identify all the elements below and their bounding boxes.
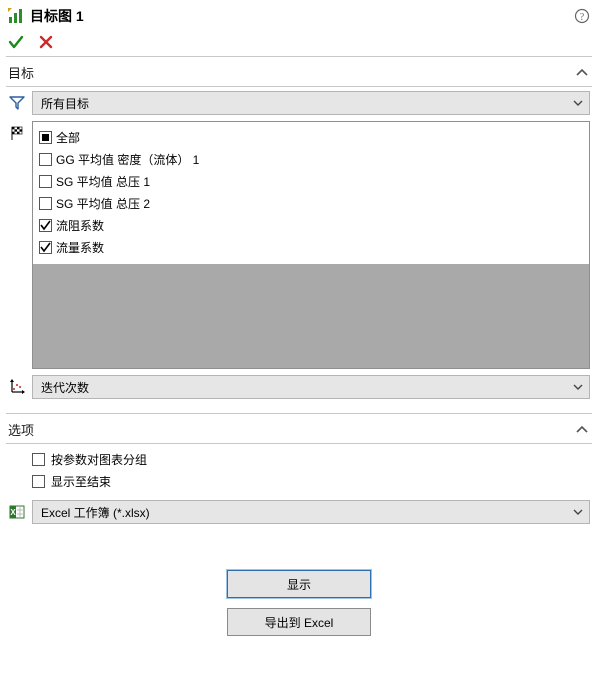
show-button-label: 显示	[287, 576, 311, 593]
export-format-value: Excel 工作簿 (*.xlsx)	[41, 504, 571, 521]
show-to-end-label: 显示至结束	[51, 473, 111, 490]
goal-item[interactable]: SG 平均值 总压 2	[37, 192, 585, 214]
checkbox-icon	[39, 131, 52, 144]
goal-item[interactable]: 流量系数	[37, 236, 585, 258]
excel-icon: X	[8, 500, 26, 524]
goal-plot-icon	[8, 8, 24, 24]
group-by-param-checkbox[interactable]: 按参数对图表分组	[8, 448, 590, 470]
section-title-options: 选项	[8, 420, 574, 439]
xaxis-combo[interactable]: 迭代次数	[32, 375, 590, 399]
show-to-end-checkbox[interactable]: 显示至结束	[8, 470, 590, 492]
goals-filter-value: 所有目标	[41, 95, 571, 112]
goals-filter-combo[interactable]: 所有目标	[32, 91, 590, 115]
checkbox-icon	[39, 153, 52, 166]
svg-text:?: ?	[580, 12, 585, 23]
goal-label: SG 平均值 总压 1	[56, 173, 150, 190]
chevron-down-icon	[571, 506, 585, 518]
section-header-goals[interactable]: 目标	[0, 57, 598, 86]
export-excel-button[interactable]: 导出到 Excel	[227, 608, 371, 636]
export-format-combo[interactable]: Excel 工作簿 (*.xlsx)	[32, 500, 590, 524]
section-title-goals: 目标	[8, 63, 574, 82]
collapse-icon[interactable]	[574, 65, 590, 81]
goal-label: 全部	[56, 129, 80, 146]
help-icon[interactable]: ?	[574, 8, 590, 24]
goal-label: 流量系数	[56, 239, 104, 256]
goal-label: GG 平均值 密度（流体） 1	[56, 151, 199, 168]
checkbox-icon	[39, 219, 52, 232]
goal-item[interactable]: 全部	[37, 126, 585, 148]
group-by-param-label: 按参数对图表分组	[51, 451, 147, 468]
checkbox-icon	[39, 175, 52, 188]
chevron-down-icon	[571, 381, 585, 393]
goal-item[interactable]: 流阻系数	[37, 214, 585, 236]
goal-label: SG 平均值 总压 2	[56, 195, 150, 212]
goal-label: 流阻系数	[56, 217, 104, 234]
goal-item[interactable]: SG 平均值 总压 1	[37, 170, 585, 192]
svg-text:X: X	[10, 508, 16, 517]
xaxis-value: 迭代次数	[41, 379, 571, 396]
section-header-options[interactable]: 选项	[0, 414, 598, 443]
goals-listbox[interactable]: 全部 GG 平均值 密度（流体） 1 SG 平均值 总压 1 SG 平均值 总压 2 流…	[32, 121, 590, 369]
collapse-icon[interactable]	[574, 422, 590, 438]
goal-item[interactable]: GG 平均值 密度（流体） 1	[37, 148, 585, 170]
dialog-title: 目标图 1	[30, 6, 574, 26]
checkbox-icon	[39, 241, 52, 254]
confirm-icon[interactable]	[8, 34, 24, 50]
checkbox-icon	[32, 475, 45, 488]
flag-icon	[8, 121, 26, 369]
axis-icon	[8, 375, 26, 399]
filter-icon	[8, 91, 26, 115]
export-button-label: 导出到 Excel	[265, 614, 334, 631]
cancel-icon[interactable]	[38, 34, 54, 50]
checkbox-icon	[32, 453, 45, 466]
checkbox-icon	[39, 197, 52, 210]
show-button[interactable]: 显示	[227, 570, 371, 598]
chevron-down-icon	[571, 97, 585, 109]
